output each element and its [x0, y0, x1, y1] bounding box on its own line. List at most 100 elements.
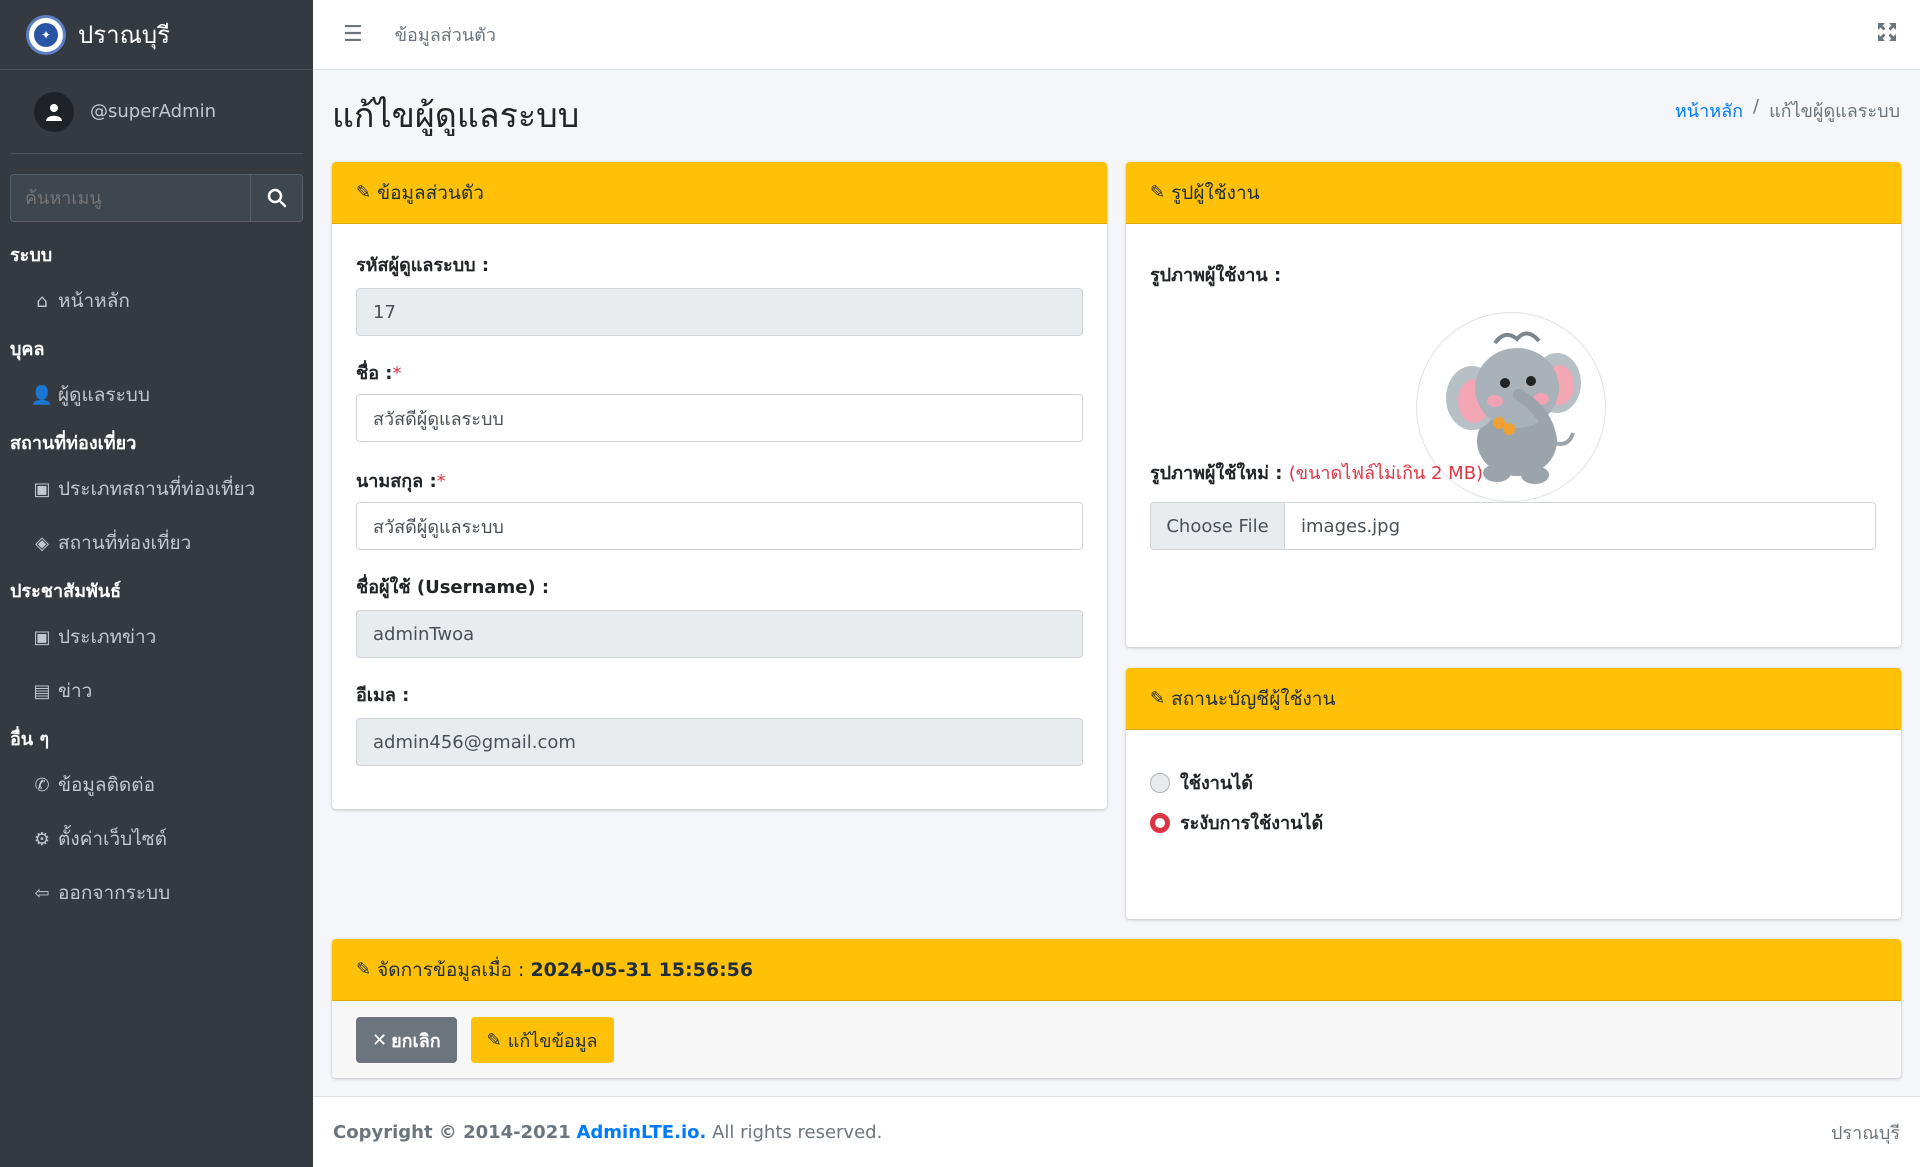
admin-id-field: 17	[356, 288, 1083, 336]
edit-icon: ✎	[356, 959, 372, 980]
sidebar-nav: ระบบ ⌂ หน้าหลัก บุคล 👤 ผู้ดูแลระบบ สถานที่…	[0, 234, 313, 920]
newspaper-icon: ▤	[33, 680, 51, 702]
firstname-label-text: ชื่อ :	[356, 363, 393, 384]
sidebar-item-admins[interactable]: 👤 ผู้ดูแลระบบ	[0, 368, 313, 422]
card-header: ✎ จัดการข้อมูลเมื่อ : 2024-05-31 15:56:56	[332, 939, 1901, 1001]
sidebar-item-label: ผู้ดูแลระบบ	[58, 384, 150, 406]
phone-icon: ✆	[34, 774, 50, 796]
manage-title: จัดการข้อมูลเมื่อ :	[377, 958, 525, 981]
card-footer: ✕ ยกเลิก ✎ แก้ไขข้อมูล	[332, 1001, 1901, 1078]
radio-label: ใช้งานได้	[1180, 773, 1253, 794]
sidebar-item-label: ออกจากระบบ	[58, 882, 171, 904]
email-label: อีเมล :	[356, 685, 410, 706]
edit-icon: ✎	[486, 1029, 502, 1051]
user-avatar-icon	[34, 91, 74, 132]
user-photo-card: ✎ รูปผู้ใช้งาน รูปภาพผู้ใช้งาน : รูปภาพผู…	[1126, 162, 1901, 647]
sidebar-search	[10, 174, 303, 222]
user-image-label: รูปภาพผู้ใช้งาน :	[1150, 265, 1282, 286]
breadcrumb-home[interactable]: หน้าหลัก	[1675, 96, 1743, 125]
footer-right-text: ปราณบุรี	[1831, 1122, 1900, 1144]
sidebar-item-label: ประเภทสถานที่ท่องเที่ยว	[58, 478, 256, 500]
breadcrumb-current: แก้ไขผู้ดูแลระบบ	[1769, 101, 1900, 122]
sidebar-item-home[interactable]: ⌂ หน้าหลัก	[0, 274, 313, 328]
card-title: สถานะบัญชีผู้ใช้งาน	[1171, 687, 1336, 710]
file-name: images.jpg	[1301, 515, 1401, 537]
search-icon	[267, 188, 286, 208]
new-image-label: รูปภาพผู้ใช้ใหม่ : (ขนาดไฟล์ไม่เกิน 2 MB…	[1150, 458, 1483, 487]
card-header: ✎ สถานะบัญชีผู้ใช้งาน	[1126, 668, 1901, 730]
edit-icon: ✎	[1150, 182, 1166, 203]
username-label: ชื่อผู้ใช้ (Username) :	[356, 577, 550, 598]
sidebar-item-news[interactable]: ▤ ข่าว	[0, 664, 313, 718]
menu-toggle-icon[interactable]: ☰	[343, 22, 363, 47]
nav-header-other: อื่น ๆ	[10, 728, 50, 750]
brand-name: ปราณบุรี	[78, 21, 170, 49]
status-option-active[interactable]: ใช้งานได้	[1150, 768, 1253, 797]
cancel-label: ยกเลิก	[391, 1030, 441, 1052]
user-cog-icon: 👤	[30, 384, 54, 406]
home-icon: ⌂	[36, 290, 48, 312]
new-image-label-text: รูปภาพผู้ใช้ใหม่ :	[1150, 463, 1283, 484]
edit-icon: ✎	[1150, 688, 1166, 709]
status-option-suspended[interactable]: ระงับการใช้งานได้	[1150, 808, 1323, 837]
lastname-label: นามสกุล :*	[356, 466, 446, 495]
username-field: adminTwoa	[356, 610, 1083, 658]
card-header: ✎ รูปผู้ใช้งาน	[1126, 162, 1901, 224]
manage-card: ✎ จัดการข้อมูลเมื่อ : 2024-05-31 15:56:56…	[332, 939, 1901, 1078]
sidebar-item-label: ตั้งค่าเว็บไซต์	[58, 828, 168, 850]
file-size-hint: (ขนาดไฟล์ไม่เกิน 2 MB)	[1288, 463, 1484, 484]
sidebar-item-label: หน้าหลัก	[58, 290, 130, 312]
nav-header-attractions: สถานที่ท่องเที่ยว	[10, 432, 137, 454]
sidebar-item-attractions[interactable]: ◈ สถานที่ท่องเที่ยว	[0, 516, 313, 570]
sidebar-item-contact[interactable]: ✆ ข้อมูลติดต่อ	[0, 758, 313, 812]
choose-file-button[interactable]: Choose File	[1151, 503, 1285, 549]
required-mark: *	[392, 363, 402, 384]
sidebar-item-label: สถานที่ท่องเที่ยว	[58, 532, 192, 554]
breadcrumb: หน้าหลัก / แก้ไขผู้ดูแลระบบ	[1675, 96, 1900, 125]
nav-header-system: ระบบ	[10, 244, 53, 266]
breadcrumb-separator: /	[1753, 96, 1760, 117]
rights-text: All rights reserved.	[712, 1121, 883, 1143]
lastname-label-text: นามสกุล :	[356, 471, 437, 492]
user-panel[interactable]: @superAdmin	[10, 70, 303, 154]
sidebar-item-attraction-types[interactable]: ▣ ประเภทสถานที่ท่องเที่ยว	[0, 462, 313, 516]
sidebar-item-news-types[interactable]: ▣ ประเภทข่าว	[0, 610, 313, 664]
fullscreen-icon[interactable]	[1878, 22, 1896, 46]
email-field: admin456@gmail.com	[356, 718, 1083, 766]
page-footer: Copyright © 2014-2021 AdminLTE.io. All r…	[313, 1096, 1920, 1167]
book-icon: ▣	[33, 626, 51, 648]
card-title: ข้อมูลส่วนตัว	[377, 181, 484, 204]
save-edit-button[interactable]: ✎ แก้ไขข้อมูล	[470, 1017, 614, 1063]
nav-header-pr: ประชาสัมพันธ์	[10, 580, 122, 602]
brand-logo: ✦	[26, 14, 66, 55]
firstname-label: ชื่อ :*	[356, 358, 402, 387]
edit-icon: ✎	[356, 182, 372, 203]
sidebar-item-settings[interactable]: ⚙ ตั้งค่าเว็บไซต์	[0, 812, 313, 866]
profile-link[interactable]: ข้อมูลส่วนตัว	[395, 20, 496, 49]
edit-label: แก้ไขข้อมูล	[507, 1030, 598, 1052]
sidebar-search-input[interactable]	[10, 174, 250, 222]
footer-brand-link[interactable]: AdminLTE.io.	[576, 1122, 706, 1143]
radio-checked[interactable]	[1150, 812, 1170, 833]
page-title: แก้ไขผู้ดูแลระบบ	[332, 96, 580, 136]
sidebar-item-logout[interactable]: ⇦ ออกจากระบบ	[0, 866, 313, 920]
user-name: @superAdmin	[90, 101, 217, 122]
required-mark: *	[436, 471, 446, 492]
lastname-field[interactable]: สวัสดีผู้ดูแลระบบ	[356, 502, 1083, 550]
file-input[interactable]: Choose File images.jpg	[1150, 502, 1876, 550]
copyright-text: Copyright © 2014-2021	[333, 1121, 571, 1143]
brand-link[interactable]: ✦ ปราณบุรี	[0, 0, 313, 70]
account-status-card: ✎ สถานะบัญชีผู้ใช้งาน ใช้งานได้ ระงับการใ…	[1126, 668, 1901, 919]
personal-info-card: ✎ ข้อมูลส่วนตัว รหัสผู้ดูแลระบบ : 17 ชื่อ…	[332, 162, 1107, 809]
radio-unchecked[interactable]	[1150, 772, 1170, 793]
manage-timestamp: 2024-05-31 15:56:56	[530, 958, 754, 981]
top-navbar: ☰ ข้อมูลส่วนตัว	[313, 0, 1920, 70]
map-icon: ◈	[35, 532, 49, 554]
book-icon: ▣	[33, 478, 51, 500]
sidebar: ✦ ปราณบุรี @superAdmin ระบบ ⌂ หน้าหลัก บุ…	[0, 0, 313, 1167]
firstname-field[interactable]: สวัสดีผู้ดูแลระบบ	[356, 394, 1083, 442]
search-button[interactable]	[250, 174, 303, 222]
card-title: รูปผู้ใช้งาน	[1171, 181, 1260, 204]
cancel-button[interactable]: ✕ ยกเลิก	[356, 1017, 457, 1063]
card-header: ✎ ข้อมูลส่วนตัว	[332, 162, 1107, 224]
